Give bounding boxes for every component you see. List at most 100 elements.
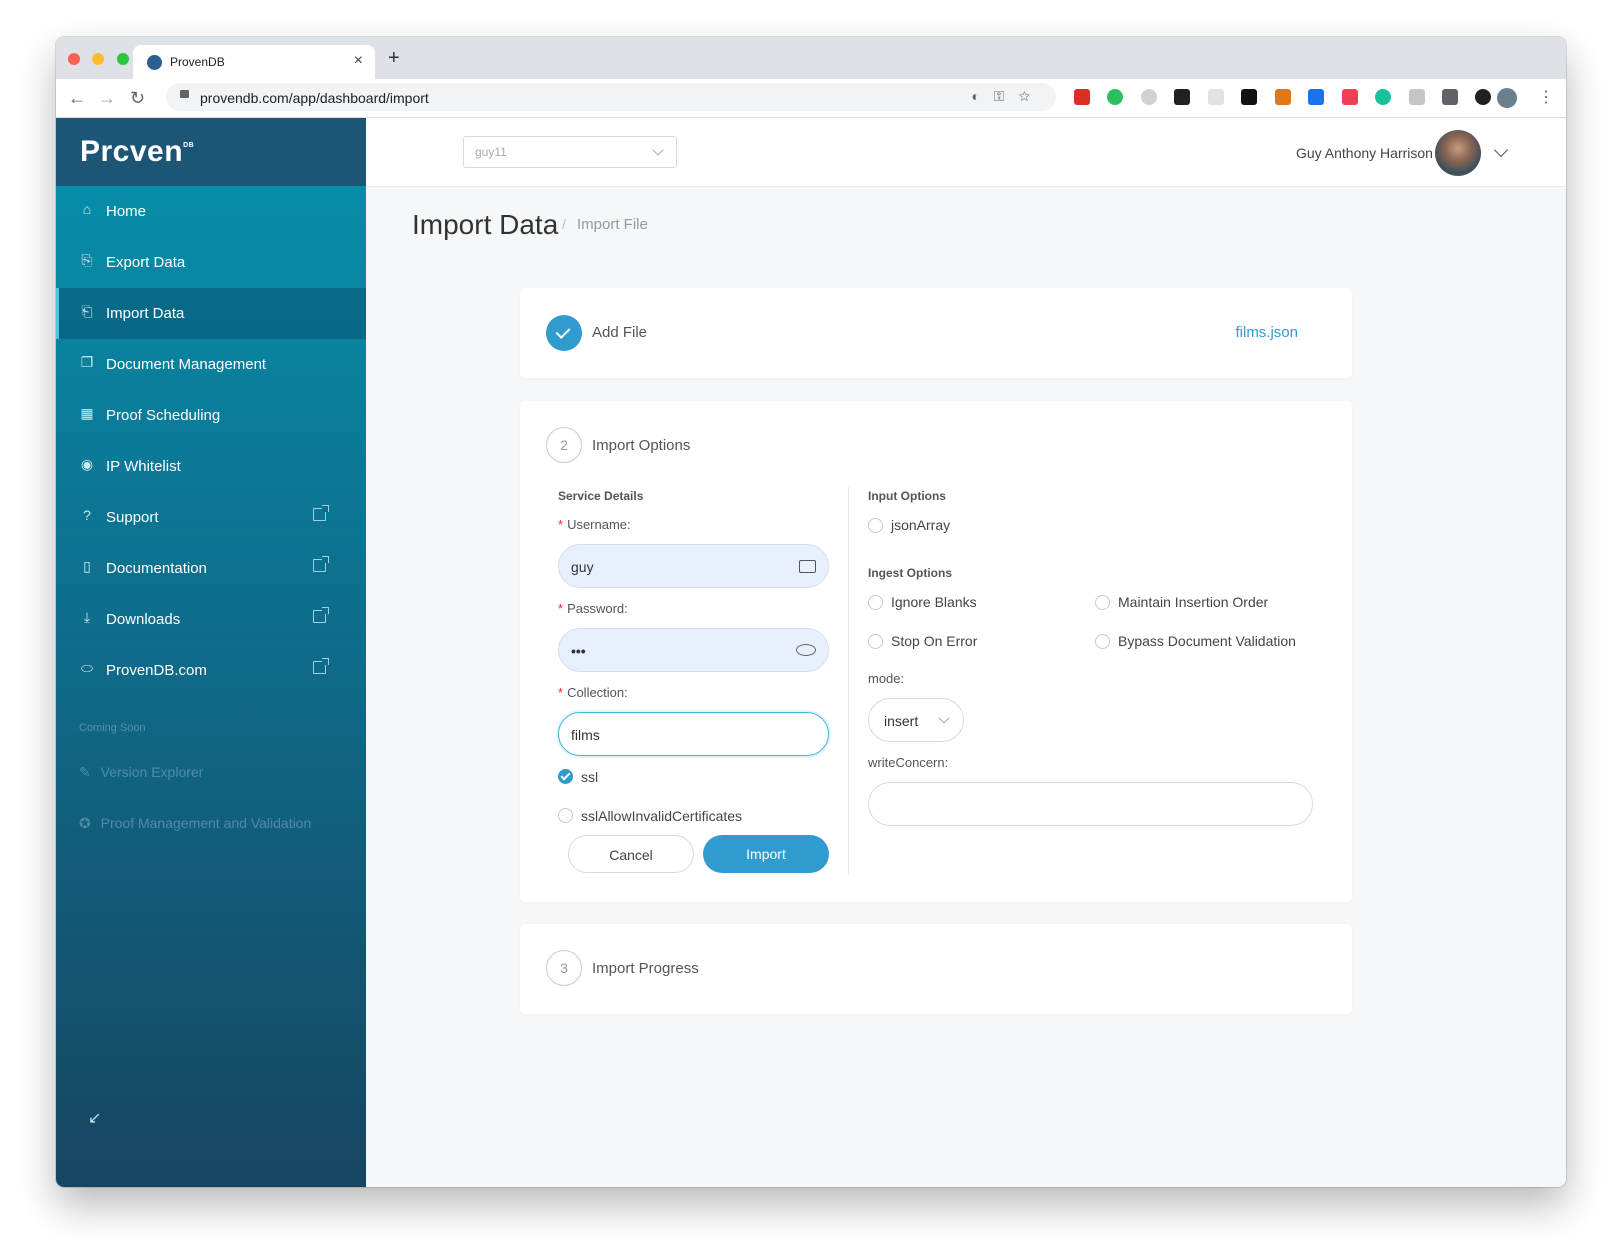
username-input[interactable]: guy bbox=[558, 544, 829, 588]
user-menu-chevron-icon[interactable] bbox=[1493, 142, 1509, 158]
bookmark-star-icon[interactable]: ☆ bbox=[1019, 88, 1044, 104]
provendb-logo[interactable]: PrcvenDB bbox=[80, 135, 194, 169]
home-icon: ⌂ bbox=[82, 201, 92, 217]
password-input[interactable]: ••• bbox=[558, 628, 829, 672]
extension-r-icon[interactable] bbox=[1174, 89, 1191, 105]
app-header: guy11 Guy Anthony Harrison bbox=[366, 118, 1566, 187]
step-title: Import Progress bbox=[592, 960, 699, 977]
external-link-icon bbox=[313, 505, 329, 521]
omnibox-icons: ◐⚿☆ bbox=[971, 88, 1044, 105]
sidebar-item-proof-scheduling[interactable]: ▦ Proof Scheduling bbox=[56, 390, 366, 441]
sidebar-item-document-management[interactable]: ❐ Document Management bbox=[56, 339, 366, 390]
ssl-checkbox[interactable] bbox=[558, 769, 573, 784]
step-title: Import Options bbox=[592, 437, 691, 454]
sidebar-item-label: IP Whitelist bbox=[106, 458, 181, 475]
ignore-blanks-label: Ignore Blanks bbox=[891, 594, 977, 610]
extension-bookmark-icon[interactable] bbox=[1308, 89, 1325, 105]
camera-blocked-icon[interactable]: ◐ bbox=[971, 88, 993, 104]
bypass-validation-checkbox[interactable] bbox=[1095, 634, 1110, 649]
browser-menu-icon[interactable]: ⋮ bbox=[1538, 87, 1554, 107]
column-divider bbox=[848, 487, 849, 875]
export-icon: ⎘ bbox=[81, 252, 93, 268]
ssl-label: ssl bbox=[581, 769, 599, 785]
collapse-sidebar-icon[interactable]: ↙ bbox=[88, 1108, 101, 1128]
window-controls bbox=[68, 52, 137, 70]
reload-button[interactable]: ↻ bbox=[130, 88, 145, 109]
eye-invisible-icon[interactable] bbox=[796, 644, 816, 656]
stop-on-error-label: Stop On Error bbox=[891, 633, 978, 649]
extension-bird-icon[interactable] bbox=[1140, 89, 1157, 105]
maximize-window-button[interactable] bbox=[116, 53, 129, 65]
json-array-label: jsonArray bbox=[891, 517, 951, 533]
new-tab-button[interactable]: + bbox=[388, 47, 400, 70]
write-concern-input[interactable] bbox=[868, 782, 1313, 826]
key-icon[interactable]: ⚿ bbox=[994, 88, 1019, 104]
profile-avatar-icon[interactable] bbox=[1497, 88, 1517, 108]
provendb-icon: ⬭ bbox=[81, 660, 93, 676]
logo-sup: DB bbox=[183, 142, 195, 149]
collection-input[interactable]: films bbox=[558, 712, 829, 756]
step-complete-check-icon bbox=[546, 315, 582, 351]
extension-puzzle-icon[interactable] bbox=[1441, 89, 1458, 105]
mode-select-value: insert bbox=[884, 713, 919, 729]
sidebar-item-provendb-com[interactable]: ⬭ ProvenDB.com bbox=[56, 645, 366, 696]
back-button[interactable]: ← bbox=[68, 88, 86, 109]
stop-on-error-checkbox[interactable] bbox=[868, 634, 883, 649]
external-link-icon bbox=[313, 658, 329, 674]
ssl-allow-invalid-checkbox[interactable] bbox=[558, 808, 573, 823]
browser-toolbar: ← → ↻ provendb.com/app/dashboard/import … bbox=[56, 79, 1566, 118]
sidebar-item-import-data[interactable]: ⎗ Import Data bbox=[56, 288, 366, 339]
sidebar-item-support[interactable]: ? Support bbox=[56, 492, 366, 543]
minimize-window-button[interactable] bbox=[92, 53, 105, 65]
tab-title: ProvenDB bbox=[170, 55, 225, 69]
tab-strip: ProvenDB × + bbox=[56, 37, 1566, 79]
sidebar-item-export-data[interactable]: ⎘ Export Data bbox=[56, 237, 366, 288]
favicon-icon bbox=[147, 55, 162, 70]
sidebar-item-label: Proof Management and Validation bbox=[100, 815, 312, 831]
extension-handshake-icon[interactable] bbox=[1207, 89, 1224, 105]
maintain-insertion-order-checkbox[interactable] bbox=[1095, 595, 1110, 610]
import-button[interactable]: Import bbox=[703, 835, 829, 873]
sidebar-item-downloads[interactable]: ⤓ Downloads bbox=[56, 594, 366, 645]
label-colon: : bbox=[624, 685, 628, 700]
extension-pocket-icon[interactable] bbox=[1341, 89, 1358, 105]
extension-todo-icon[interactable] bbox=[1074, 89, 1090, 105]
forward-button[interactable]: → bbox=[98, 88, 116, 109]
sidebar-item-home[interactable]: ⌂ Home bbox=[56, 186, 366, 237]
database-select[interactable]: guy11 bbox=[463, 136, 677, 168]
extensions-bar bbox=[1074, 89, 1504, 110]
extension-medium-icon[interactable] bbox=[1241, 89, 1258, 105]
download-icon: ⤓ bbox=[83, 609, 91, 625]
breadcrumb-separator: / bbox=[562, 216, 566, 232]
sidebar-item-documentation[interactable]: ▯ Documentation bbox=[56, 543, 366, 594]
extension-metamask-icon[interactable] bbox=[1274, 89, 1291, 105]
file-name-link[interactable]: films.json bbox=[1235, 324, 1298, 341]
close-window-button[interactable] bbox=[68, 53, 80, 65]
sidebar-item-ip-whitelist[interactable]: ◉ IP Whitelist bbox=[56, 441, 366, 492]
write-concern-label: writeConcern: bbox=[868, 755, 948, 770]
user-name[interactable]: Guy Anthony Harrison bbox=[1296, 145, 1433, 161]
file-icon: ▯ bbox=[83, 558, 91, 574]
sidebar-item-label: Export Data bbox=[106, 254, 186, 271]
extension-tree-icon[interactable] bbox=[1408, 89, 1425, 105]
extension-evernote-icon[interactable] bbox=[1107, 89, 1124, 105]
mode-select[interactable]: insert bbox=[868, 698, 964, 742]
label-text: writeConcern bbox=[868, 755, 945, 770]
label-colon: : bbox=[944, 755, 949, 770]
lock-icon bbox=[180, 90, 189, 98]
browser-tab[interactable]: ProvenDB × bbox=[133, 45, 375, 79]
label-colon: : bbox=[627, 517, 631, 532]
step-title: Add File bbox=[592, 324, 648, 341]
extension-grammarly-icon[interactable] bbox=[1375, 89, 1392, 105]
user-avatar[interactable] bbox=[1435, 130, 1481, 176]
json-array-checkbox[interactable] bbox=[868, 518, 883, 533]
cancel-button[interactable]: Cancel bbox=[568, 835, 694, 873]
sidebar-item-proof-management: ✪ Proof Management and Validation bbox=[79, 815, 311, 832]
address-bar[interactable]: provendb.com/app/dashboard/import ◐⚿☆ bbox=[166, 83, 1056, 111]
tab-close-icon[interactable]: × bbox=[354, 52, 363, 70]
label-colon: : bbox=[624, 601, 628, 616]
step-import-progress-card: 3 Import Progress bbox=[520, 924, 1352, 1014]
extension-script-icon[interactable] bbox=[1475, 89, 1492, 105]
logo-text: Prcven bbox=[80, 135, 184, 168]
ignore-blanks-checkbox[interactable] bbox=[868, 595, 883, 610]
